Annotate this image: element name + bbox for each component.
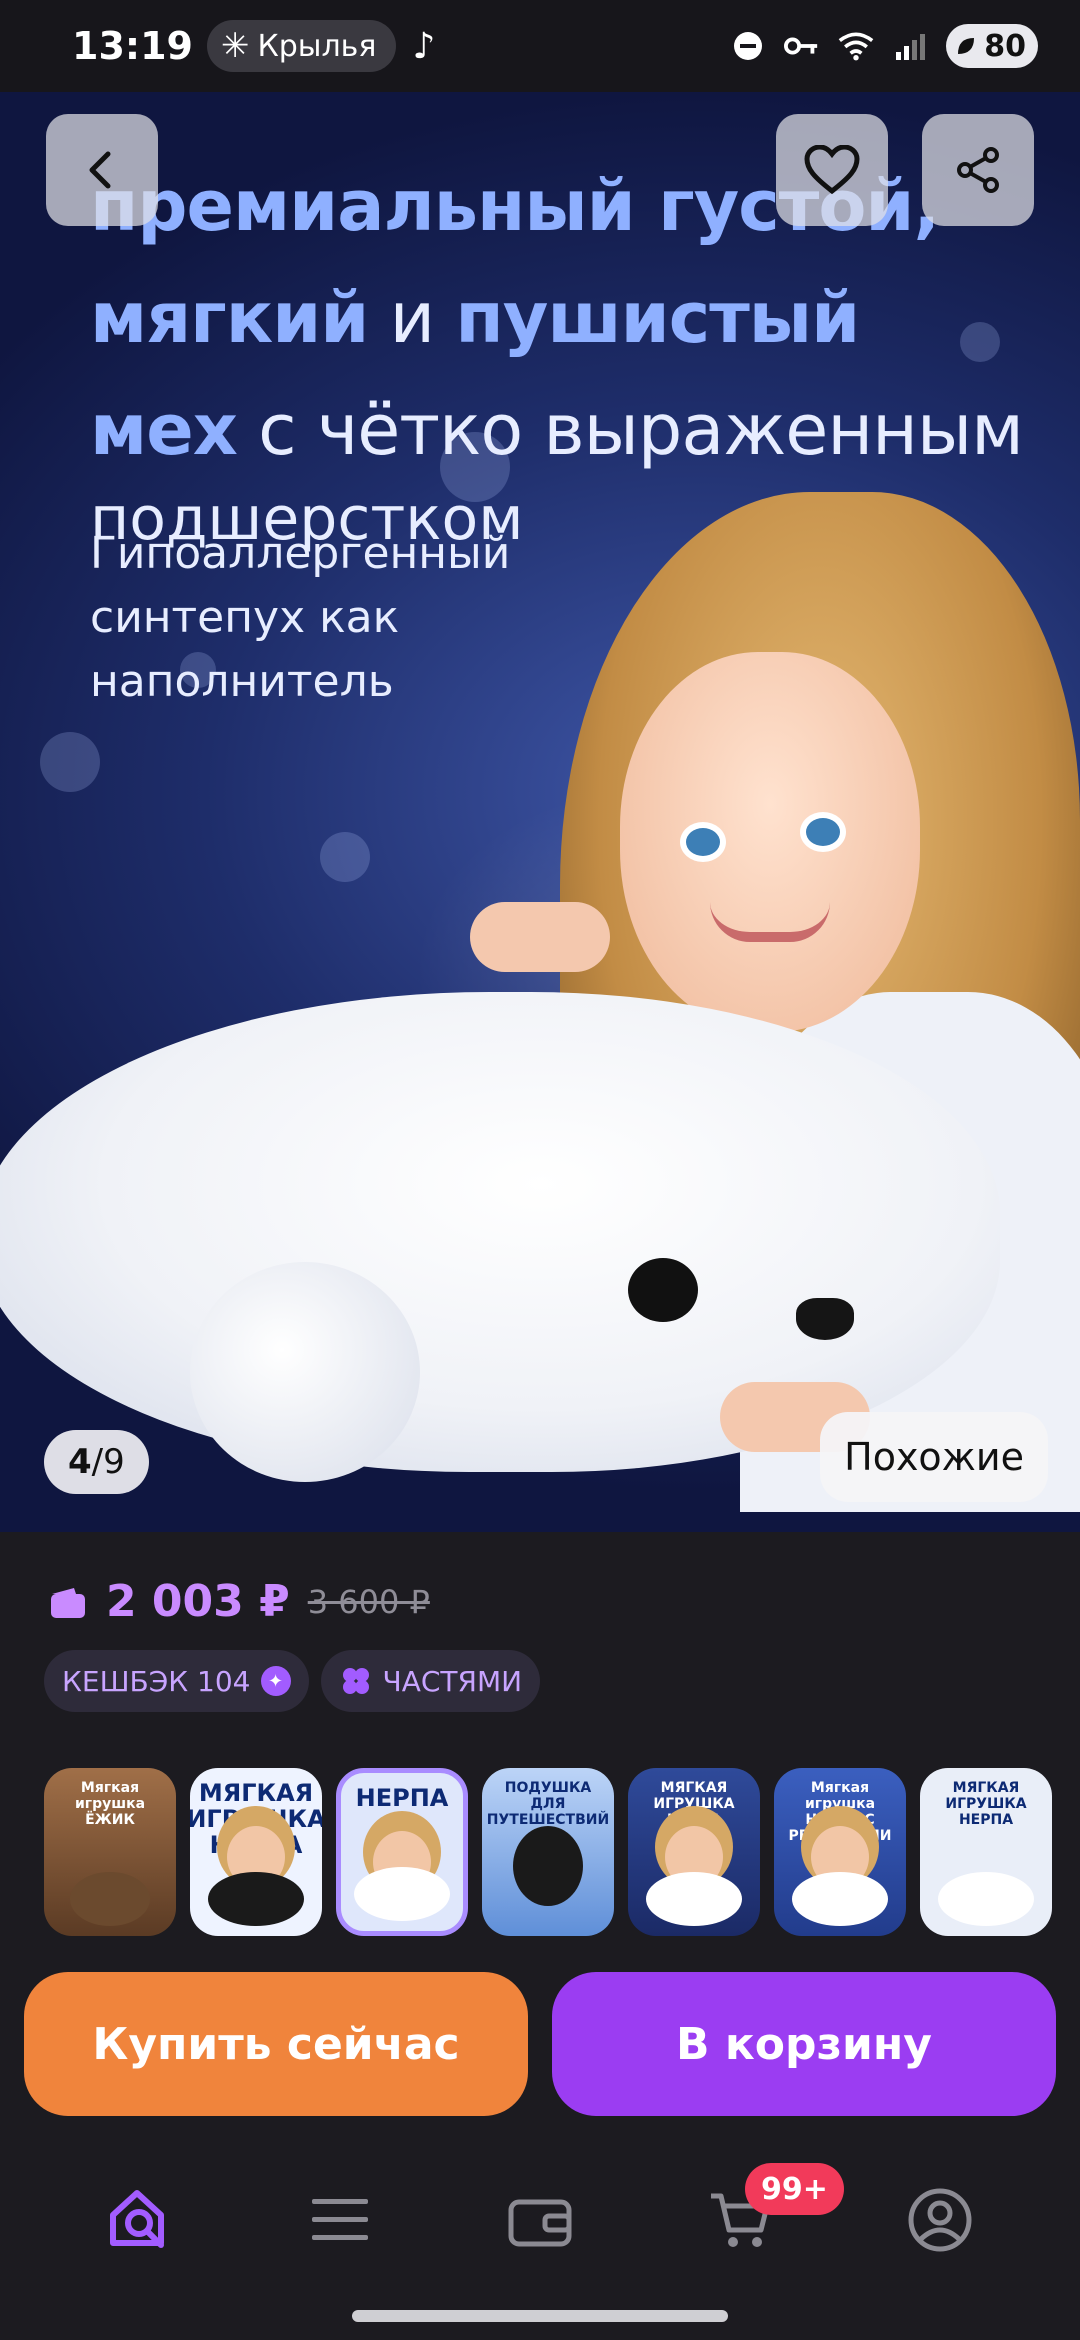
price-row: 2 003 ₽ 3 600 ₽ [48, 1576, 430, 1627]
similar-button[interactable]: Похожие [820, 1412, 1048, 1502]
seal-toy [354, 1867, 450, 1921]
nav-home[interactable] [95, 2175, 185, 2265]
home-search-icon [110, 2190, 164, 2248]
wallet-icon [508, 2199, 572, 2247]
headline-line-1: премиальный густой, [90, 165, 940, 247]
thumbnail-title: Мягкая игрушка ЁЖИК [74, 1780, 146, 1828]
product-image[interactable]: премиальный густой, мягкий и пушистый ме… [0, 92, 1080, 1532]
thumbnail-title: НЕРПА [355, 1784, 449, 1812]
headline-thin-text: с чётко выраженным [236, 389, 1024, 471]
thumbnail-item[interactable]: МЯГКАЯ ИГРУШКА НЕРПА [920, 1768, 1052, 1936]
seal-toy [938, 1872, 1034, 1926]
home-indicator[interactable] [352, 2310, 728, 2322]
installments-badge[interactable]: ЧАСТЯМИ [320, 1650, 541, 1712]
girl-smile [710, 902, 830, 942]
tiktok-icon: ♪ [412, 25, 436, 67]
bottom-nav: 99+ [0, 2150, 1080, 2290]
status-chip-label: Крылья [257, 28, 377, 64]
battery-indicator: 80 [946, 24, 1038, 68]
wallet-icon [51, 1587, 85, 1618]
girl-eye [800, 812, 846, 852]
girl-face [620, 652, 920, 1032]
spark-icon: ✳ [220, 26, 250, 66]
hero-note: Гипоаллергенный синтепух как наполнитель [90, 528, 511, 707]
status-time: 13:19 [72, 24, 193, 68]
headline-thin-word: и [368, 277, 456, 359]
profile-icon [908, 2188, 972, 2252]
thumbnail-item[interactable]: ПОДУШКА ДЛЯ ПУТЕШЕСТВИЙ [482, 1768, 614, 1936]
girl-eye [680, 822, 726, 862]
cashback-badge[interactable]: КЕШБЭК 104 ✦ [44, 1650, 309, 1712]
bokeh-dot [40, 732, 100, 792]
badges: КЕШБЭК 104 ✦ ЧАСТЯМИ [44, 1650, 541, 1712]
buy-now-button[interactable]: Купить сейчас [24, 1972, 528, 2116]
leaf-icon [958, 38, 975, 54]
image-counter: 4 /9 [44, 1430, 149, 1494]
thumbnail-item[interactable]: МЯГКАЯ ИГРУШКА НЕРПА [628, 1768, 760, 1936]
headline-bold-word: мех [90, 389, 238, 471]
status-bar: 13:19 ✳ Крылья ♪ 80 [0, 0, 1080, 92]
battery-level: 80 [984, 28, 1026, 64]
seal-flipper [190, 1262, 420, 1482]
seal-toy [208, 1872, 304, 1926]
girl-hand [470, 902, 610, 972]
dnd-icon [730, 28, 766, 64]
key-icon [784, 28, 820, 64]
thumbnail-item-selected[interactable]: НЕРПА [336, 1768, 468, 1936]
heart-icon [804, 145, 860, 195]
nav-cart[interactable]: 99+ [695, 2163, 844, 2265]
counter-total: /9 [91, 1442, 125, 1482]
signal-icon [892, 28, 928, 64]
variant-thumbnails: Мягкая игрушка ЁЖИК МЯГКАЯ ИГРУШКА НЕРПА… [44, 1768, 1080, 1940]
bokeh-dot [320, 832, 370, 882]
dog-image [513, 1826, 583, 1906]
cart-count-badge: 99+ [745, 2163, 844, 2215]
old-price: 3 600 ₽ [307, 1582, 430, 1621]
thumbnail-item[interactable]: МЯГКАЯ ИГРУШКА НЕРПА [190, 1768, 322, 1936]
thumbnail-title: ПОДУШКА ДЛЯ ПУТЕШЕСТВИЙ [486, 1780, 610, 1828]
nav-profile[interactable] [895, 2175, 985, 2265]
seal-eye [628, 1258, 698, 1322]
installments-label: ЧАСТЯМИ [382, 1664, 523, 1698]
wifi-icon [838, 28, 874, 64]
status-right: 80 [730, 24, 1038, 68]
add-to-cart-button[interactable]: В корзину [552, 1972, 1056, 2116]
back-button[interactable] [46, 114, 158, 226]
clover-icon [342, 1668, 369, 1694]
thumbnail-item[interactable]: Мягкая игрушка НЕРПА С РЕСНИЦАМИ [774, 1768, 906, 1936]
seal-toy [646, 1872, 742, 1926]
share-button[interactable] [922, 114, 1034, 226]
current-price: 2 003 ₽ [106, 1576, 290, 1627]
status-chip[interactable]: ✳ Крылья [206, 20, 397, 72]
share-icon [957, 147, 999, 193]
hedgehog-toy [70, 1872, 150, 1926]
cashback-icon: ✦ [260, 1666, 291, 1696]
headline-line-3: мех с чётко выраженным [90, 374, 1050, 486]
seal-nose [796, 1298, 854, 1340]
thumbnail-title: МЯГКАЯ ИГРУШКА НЕРПА [945, 1780, 1027, 1828]
headline-bold-word: пушистый [455, 277, 860, 359]
chevron-left-icon [89, 151, 111, 189]
cashback-label: КЕШБЭК 104 [62, 1664, 251, 1698]
hero-headline: премиальный густой, мягкий и пушистый ме… [90, 150, 1050, 552]
thumbnail-item[interactable]: Мягкая игрушка ЁЖИК [44, 1768, 176, 1936]
nav-wallet[interactable] [495, 2175, 585, 2265]
headline-line-2: мягкий и пушистый [90, 262, 1050, 374]
favorite-button[interactable] [776, 114, 888, 226]
headline-bold-word: мягкий [90, 277, 369, 359]
counter-current: 4 [68, 1442, 92, 1482]
nav-catalog[interactable] [295, 2175, 385, 2265]
seal-toy [792, 1872, 888, 1926]
menu-icon [312, 2199, 368, 2240]
thumbnail-title: МЯГКАЯ ИГРУШКА НЕРПА [653, 1780, 735, 1828]
